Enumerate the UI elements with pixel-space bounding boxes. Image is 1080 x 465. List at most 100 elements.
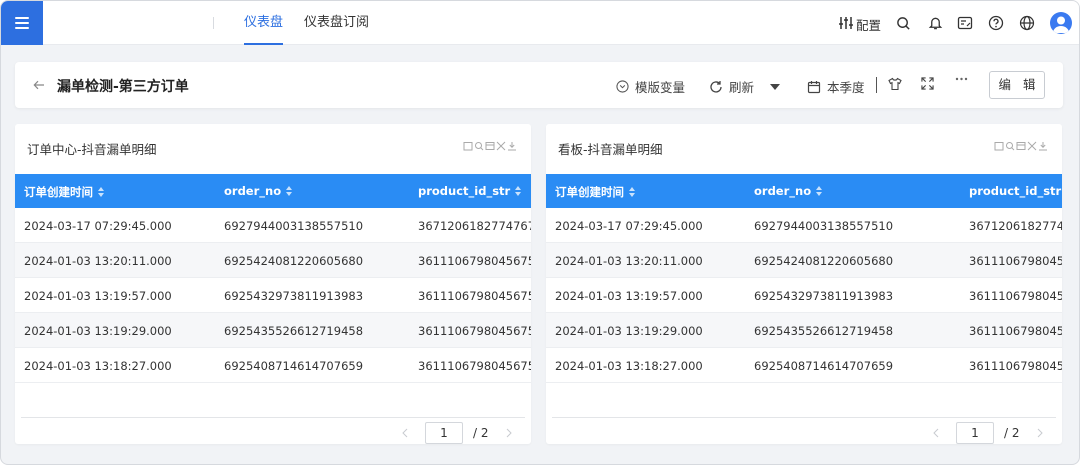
column-header[interactable]: product_id_str — [969, 184, 1062, 198]
table-row[interactable]: 2024-01-03 13:19:29.000 6925435526612719… — [15, 313, 531, 348]
sort-icon[interactable] — [629, 187, 635, 197]
page-input[interactable]: 1 — [425, 422, 463, 444]
sort-icon[interactable] — [515, 186, 522, 196]
column-header[interactable]: order_no — [754, 184, 823, 198]
prev-page-icon[interactable] — [399, 427, 411, 439]
table-cell: 2024-01-03 13:18:27.000 — [24, 359, 172, 373]
sort-icon[interactable] — [98, 187, 104, 197]
table-cell: 6927944003138557510 — [754, 219, 894, 233]
table-cell: 2024-03-17 07:29:45.000 — [24, 219, 172, 233]
panel-toolbar — [994, 141, 1048, 151]
menu-button[interactable] — [1, 1, 43, 45]
pagination: 1 / 2 — [399, 422, 515, 444]
more-button[interactable] — [955, 77, 968, 81]
table-cell: 6925408714614707659 — [224, 359, 364, 373]
template-variable-label: 模版变量 — [635, 80, 686, 95]
table-cell: 2024-01-03 13:20:11.000 — [24, 254, 172, 268]
theme-button[interactable] — [888, 77, 902, 91]
caret-down-icon[interactable] — [770, 83, 781, 91]
table-view-icon[interactable] — [485, 141, 495, 151]
column-header[interactable]: order_no — [224, 184, 293, 198]
search-icon[interactable] — [894, 14, 912, 32]
table-cell: 36111067980456752900 — [418, 289, 531, 303]
panel-toolbar — [463, 141, 517, 151]
download-icon[interactable] — [507, 141, 517, 151]
shirt-icon — [888, 77, 902, 91]
data-table: 订单创建时间 order_no product_id_str 2024-03-1… — [546, 174, 1062, 383]
table-header: 订单创建时间 order_no product_id_str — [15, 174, 531, 208]
table-row[interactable]: 2024-01-03 13:19:29.000 6925435526612719… — [546, 313, 1062, 348]
page-total: / 2 — [473, 426, 489, 440]
refresh-icon — [710, 80, 722, 93]
column-header[interactable]: 订单创建时间 — [555, 184, 635, 200]
ticket-icon[interactable] — [956, 14, 974, 32]
table-cell: 6925408714614707659 — [754, 359, 894, 373]
search-icon[interactable] — [474, 141, 484, 151]
config-label[interactable]: 配置 — [856, 15, 881, 34]
calendar-icon — [807, 80, 821, 93]
table-cell: 6925424081220605680 — [754, 254, 894, 268]
panel-title: 订单中心-抖音漏单明细 — [27, 142, 157, 157]
tab-dashboard[interactable]: 仪表盘 — [244, 1, 284, 45]
table-row[interactable]: 2024-01-03 13:20:11.000 6925424081220605… — [546, 243, 1062, 278]
next-page-icon[interactable] — [503, 427, 515, 439]
table-cell: 3671206182774767 — [969, 219, 1062, 233]
table-cell: 3611106798045675 — [969, 324, 1062, 338]
page-total: / 2 — [1004, 426, 1020, 440]
user-icon — [1053, 16, 1069, 33]
back-arrow-icon[interactable] — [33, 79, 45, 91]
table-cell: 6925435526612719458 — [754, 324, 894, 338]
panel-douyin-kanban: 看板-抖音漏单明细 订单创建时间 order_no product_id_str… — [546, 124, 1062, 444]
column-header[interactable]: product_id_str — [418, 184, 522, 198]
table-view-icon[interactable] — [1016, 141, 1026, 151]
sort-icon[interactable] — [816, 186, 823, 196]
table-cell: 6925435526612719458 — [224, 324, 364, 338]
table-cell: 2024-01-03 13:19:57.000 — [24, 289, 172, 303]
expand-icon — [921, 77, 934, 90]
table-row[interactable]: 2024-03-17 07:29:45.000 6927944003138557… — [15, 208, 531, 243]
fullscreen-button[interactable] — [921, 77, 934, 90]
chevron-circle-icon — [616, 80, 629, 93]
page-input[interactable]: 1 — [956, 422, 994, 444]
table-cell: 3611106798045675 — [969, 289, 1062, 303]
menu-icon — [15, 17, 29, 29]
table-row[interactable]: 2024-03-17 07:29:45.000 6927944003138557… — [546, 208, 1062, 243]
table-row[interactable]: 2024-01-03 13:19:57.000 6925432973811913… — [15, 278, 531, 313]
period-selector[interactable]: 本季度 — [807, 77, 865, 96]
expand-icon[interactable] — [496, 141, 506, 151]
search-icon[interactable] — [1005, 141, 1015, 151]
help-icon[interactable] — [987, 14, 1005, 32]
table-row[interactable]: 2024-01-03 13:18:27.000 6925408714614707… — [546, 348, 1062, 383]
sliders-icon[interactable] — [837, 14, 855, 32]
edit-button[interactable]: 编 辑 — [989, 71, 1045, 99]
panel-douyin-order-center: 订单中心-抖音漏单明细 订单创建时间 order_no product_id_s… — [15, 124, 531, 444]
nav-divider — [213, 17, 214, 29]
table-cell: 2024-01-03 13:19:29.000 — [24, 324, 172, 338]
table-cell: 36111067980456752900 — [418, 254, 531, 268]
table-cell: 6925424081220605680 — [224, 254, 364, 268]
refresh-label: 刷新 — [729, 80, 755, 95]
download-icon[interactable] — [1038, 141, 1048, 151]
app-window: 仪表盘 仪表盘订阅 配置 漏单检测-第三方订单 模版变量 刷新 本季度 编 辑 … — [0, 0, 1080, 465]
tab-dashboard-subscription[interactable]: 仪表盘订阅 — [304, 1, 369, 45]
horizontal-scrollbar[interactable] — [552, 417, 1056, 418]
globe-icon[interactable] — [1018, 14, 1036, 32]
expand-icon[interactable] — [1027, 141, 1037, 151]
table-cell: 2024-01-03 13:19:57.000 — [555, 289, 703, 303]
table-row[interactable]: 2024-01-03 13:20:11.000 6925424081220605… — [15, 243, 531, 278]
column-header[interactable]: 订单创建时间 — [24, 184, 104, 200]
template-variable-button[interactable]: 模版变量 — [616, 77, 685, 96]
table-cell: 2024-01-03 13:18:27.000 — [555, 359, 703, 373]
table-row[interactable]: 2024-01-03 13:18:27.000 6925408714614707… — [15, 348, 531, 383]
copy-icon[interactable] — [994, 141, 1004, 151]
bell-icon[interactable] — [926, 14, 944, 32]
table-cell: 6925432973811913983 — [754, 289, 894, 303]
horizontal-scrollbar[interactable] — [21, 417, 525, 418]
refresh-button[interactable]: 刷新 — [709, 77, 781, 96]
copy-icon[interactable] — [463, 141, 473, 151]
prev-page-icon[interactable] — [930, 427, 942, 439]
next-page-icon[interactable] — [1034, 427, 1046, 439]
sort-icon[interactable] — [286, 186, 293, 196]
table-row[interactable]: 2024-01-03 13:19:57.000 6925432973811913… — [546, 278, 1062, 313]
user-avatar[interactable] — [1050, 12, 1072, 34]
